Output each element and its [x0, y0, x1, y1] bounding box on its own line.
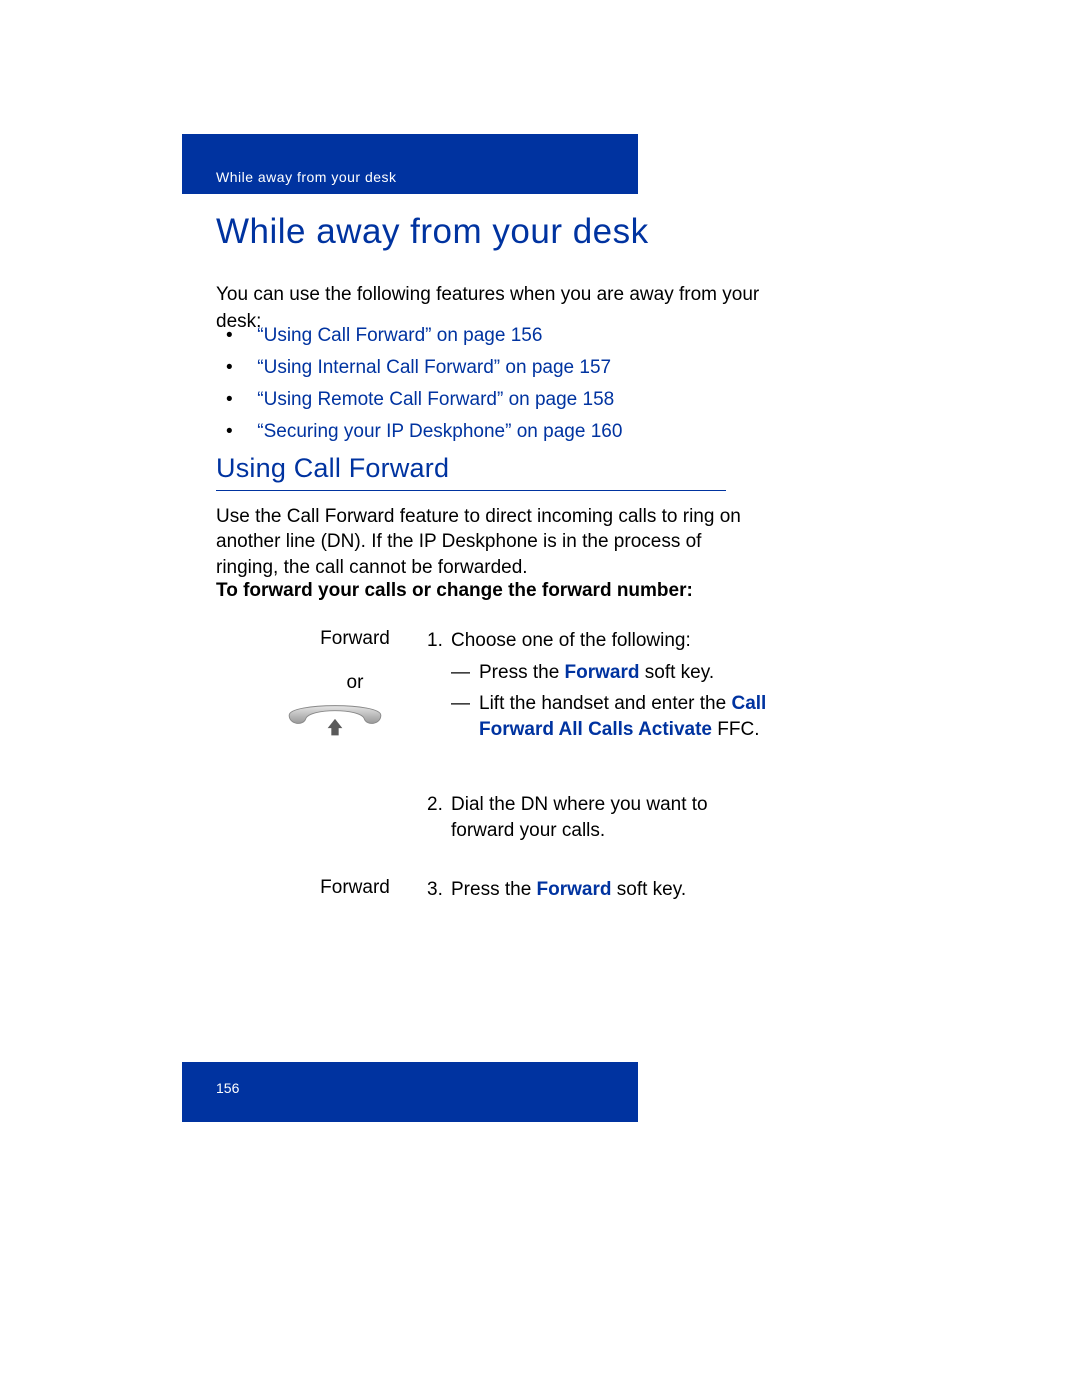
breadcrumb: While away from your desk	[216, 169, 397, 185]
footer-bar: 156	[182, 1062, 638, 1122]
step-text: Choose one of the following:	[451, 630, 691, 651]
step-3: 3.Press the Forward soft key.	[427, 877, 777, 903]
link-list: • “Using Call Forward” on page 156 • “Us…	[226, 320, 786, 448]
document-page: While away from your desk While away fro…	[0, 0, 1080, 1397]
page-title: While away from your desk	[216, 212, 649, 252]
step-2: 2.Dial the DN where you want to forward …	[427, 792, 777, 843]
softkey-label: Forward	[300, 877, 410, 899]
or-label: or	[300, 672, 410, 694]
softkey-name: Forward	[537, 879, 612, 900]
dash-icon: —	[451, 691, 479, 717]
softkey-label: Forward	[300, 628, 410, 650]
offhook-icon	[280, 695, 390, 747]
step-number: 3.	[427, 877, 451, 903]
link-call-forward[interactable]: “Using Call Forward” on page 156	[257, 325, 542, 346]
link-internal-call-forward[interactable]: “Using Internal Call Forward” on page 15…	[257, 357, 611, 378]
step-1: 1.Choose one of the following: —Press th…	[427, 628, 777, 743]
step-number: 1.	[427, 628, 451, 654]
procedure-title: To forward your calls or change the forw…	[216, 580, 776, 602]
section-title: Using Call Forward	[216, 453, 726, 491]
option-text: Lift the handset and enter the Call Forw…	[479, 691, 775, 742]
step-text: Press the Forward soft key.	[451, 879, 686, 900]
page-number: 156	[216, 1080, 239, 1096]
bullet-icon: •	[226, 357, 252, 379]
bullet-icon: •	[226, 389, 252, 411]
link-securing-deskphone[interactable]: “Securing your IP Deskphone” on page 160	[257, 421, 622, 442]
softkey-name: Forward	[565, 662, 640, 683]
section-body: Use the Call Forward feature to direct i…	[216, 504, 746, 580]
step-number: 2.	[427, 792, 451, 818]
link-remote-call-forward[interactable]: “Using Remote Call Forward” on page 158	[257, 389, 614, 410]
step-text: Dial the DN where you want to forward yo…	[451, 792, 775, 843]
dash-icon: —	[451, 660, 479, 686]
bullet-icon: •	[226, 325, 252, 347]
header-bar: While away from your desk	[182, 134, 638, 194]
bullet-icon: •	[226, 421, 252, 443]
option-text: Press the Forward soft key.	[479, 660, 775, 686]
